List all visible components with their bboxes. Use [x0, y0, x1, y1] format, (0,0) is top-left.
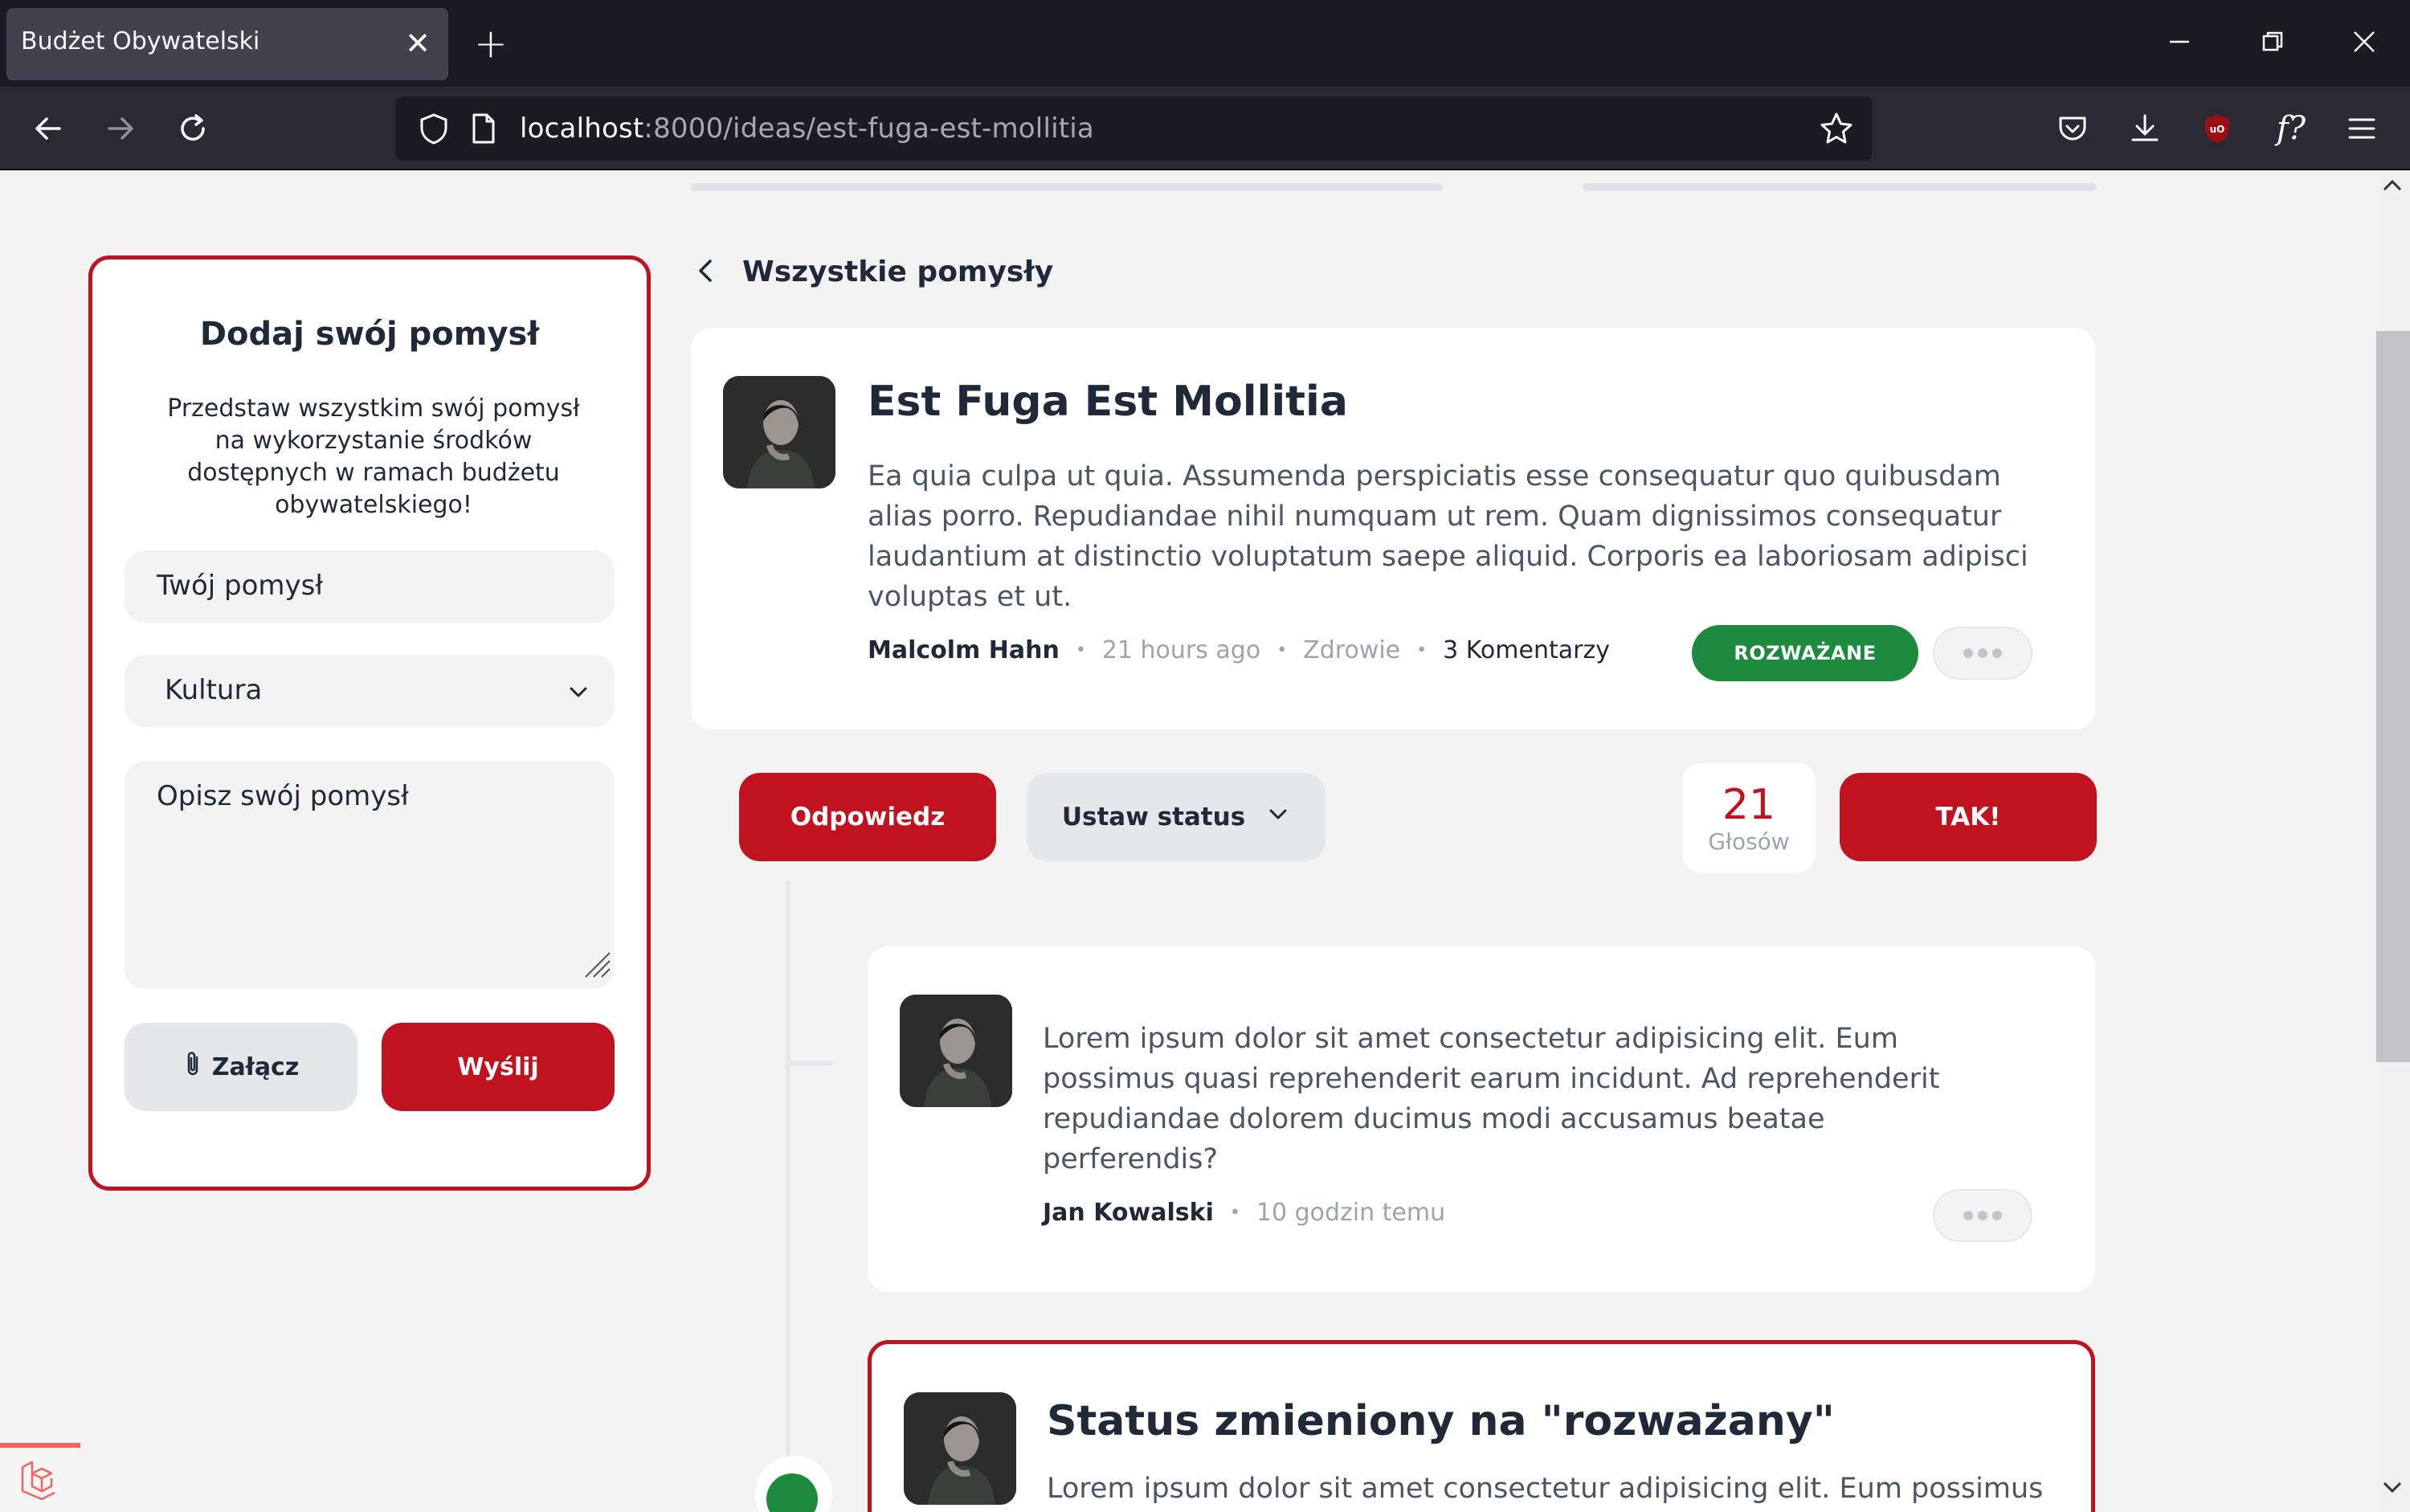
send-label: Wyślij: [457, 1052, 539, 1081]
comment-time: 10 godzin temu: [1256, 1199, 1446, 1227]
scrollbar-thumb[interactable]: [2376, 331, 2410, 1062]
attach-button[interactable]: Załącz: [125, 1023, 357, 1111]
idea-description-placeholder: Opisz swój pomysł: [157, 780, 409, 812]
back-to-all-ideas-link[interactable]: Wszystkie pomysły: [696, 255, 1053, 288]
idea-title-input[interactable]: Twój pomysł: [125, 550, 615, 623]
scroll-up-icon[interactable]: [2381, 175, 2404, 199]
dot-icon: [1963, 648, 1973, 658]
category-selected-value: Kultura: [165, 674, 263, 706]
browser-tab[interactable]: Budżet Obywatelski ✕: [6, 8, 448, 80]
idea-time: 21 hours ago: [1101, 636, 1261, 664]
menu-icon[interactable]: [2339, 106, 2384, 151]
commenter-avatar[interactable]: [900, 995, 1012, 1107]
idea-author: Malcolm Hahn: [868, 636, 1060, 664]
meta-separator: •: [1075, 640, 1086, 660]
idea-description-textarea[interactable]: Opisz swój pomysł: [125, 761, 615, 989]
meta-separator: •: [1276, 640, 1288, 660]
idea-card: Est Fuga Est Mollitia Ea quia culpa ut q…: [691, 328, 2095, 729]
chevron-down-icon: [1266, 802, 1290, 832]
browser-nav-bar: localhost:8000/ideas/est-fuga-est-mollit…: [0, 87, 2410, 170]
minimize-icon[interactable]: [2167, 19, 2191, 67]
set-status-label: Ustaw status: [1061, 803, 1246, 832]
idea-comments-count[interactable]: 3 Komentarzy: [1443, 636, 1610, 664]
resize-handle-icon[interactable]: [579, 946, 611, 986]
url-path: :8000/ideas/est-fuga-est-mollitia: [643, 112, 1094, 145]
comment-body: Lorem ipsum dolor sit amet consectetur a…: [1043, 1023, 1940, 1175]
add-idea-description: Przedstaw wszystkim swój pomysł na wykor…: [167, 394, 580, 519]
browser-tab-bar: Budżet Obywatelski ✕ +: [0, 0, 2410, 87]
vote-yes-button[interactable]: TAK!: [1840, 773, 2097, 861]
laravel-logo-icon: [18, 1459, 59, 1504]
add-idea-card: Dodaj swój pomysł Przedstaw wszystkim sw…: [88, 255, 651, 1191]
votes-counter: 21 Głosów: [1682, 763, 1816, 872]
idea-more-options-button[interactable]: [1933, 627, 2032, 680]
status-change-card: Status zmieniony na "rozważany" Lorem ip…: [868, 1340, 2095, 1512]
idea-category: Zdrowie: [1303, 636, 1401, 664]
comment-meta: Jan Kowalski • 10 godzin temu: [1043, 1199, 1445, 1227]
status-change-title: Status zmieniony na "rozważany": [1047, 1397, 1835, 1445]
attach-label: Załącz: [211, 1052, 300, 1081]
status-change-body: Lorem ipsum dolor sit amet consectetur a…: [1047, 1473, 2044, 1505]
comment-author: Jan Kowalski: [1043, 1199, 1214, 1227]
url-host: localhost: [520, 112, 644, 145]
timeline-tick: [790, 1060, 832, 1065]
vote-yes-label: TAK!: [1935, 803, 2001, 832]
shield-icon[interactable]: [411, 106, 456, 151]
send-button[interactable]: Wyślij: [382, 1023, 615, 1111]
ublock-icon[interactable]: uO: [2195, 106, 2240, 151]
chevron-left-icon: [696, 257, 715, 288]
dot-icon: [1992, 648, 2002, 658]
author-avatar[interactable]: [723, 376, 835, 488]
svg-text:uO: uO: [2210, 124, 2225, 135]
url-text: localhost:8000/ideas/est-fuga-est-mollit…: [520, 112, 1094, 145]
votes-label: Głosów: [1708, 828, 1790, 855]
meta-separator: •: [1416, 640, 1428, 660]
pocket-icon[interactable]: [2050, 106, 2095, 151]
idea-title-placeholder: Twój pomysł: [157, 570, 324, 602]
chevron-down-icon: [566, 679, 590, 711]
comment-card: Lorem ipsum dolor sit amet consectetur a…: [868, 946, 2095, 1292]
reply-label: Odpowiedz: [790, 803, 946, 832]
bookmark-star-icon[interactable]: [1814, 106, 1859, 151]
comment-more-options-button[interactable]: [1933, 1189, 2032, 1242]
tab-title: Budżet Obywatelski: [21, 27, 260, 55]
status-badge: ROZWAŻANE: [1692, 625, 1918, 681]
reload-icon[interactable]: [170, 106, 215, 151]
forward-arrow-icon[interactable]: [98, 106, 143, 151]
category-select[interactable]: Kultura: [125, 655, 615, 727]
dot-icon: [1963, 1211, 1973, 1220]
dot-icon: [1978, 1211, 1987, 1220]
meta-separator: •: [1229, 1203, 1240, 1223]
dot-icon: [1992, 1211, 2002, 1220]
download-icon[interactable]: [2122, 106, 2167, 151]
idea-body: Ea quia culpa ut quia. Assumenda perspic…: [868, 460, 2028, 613]
idea-title: Est Fuga Est Mollitia: [868, 378, 1348, 426]
formula-extension-icon[interactable]: f?: [2269, 106, 2314, 151]
tab-close-icon[interactable]: ✕: [405, 24, 431, 63]
scroll-down-icon[interactable]: [2381, 1477, 2404, 1501]
timeline-line: [786, 881, 790, 1512]
debugbar-toggle[interactable]: [0, 1443, 80, 1512]
admin-avatar[interactable]: [904, 1392, 1016, 1505]
new-tab-icon[interactable]: +: [474, 19, 508, 67]
votes-count: 21: [1722, 781, 1776, 829]
page-icon: [461, 106, 506, 151]
add-idea-title: Dodaj swój pomysł: [199, 316, 540, 353]
idea-meta: Malcolm Hahn • 21 hours ago • Zdrowie • …: [868, 636, 1610, 664]
top-divider-right: [1583, 183, 2097, 191]
set-status-button[interactable]: Ustaw status: [1027, 773, 1326, 861]
address-bar[interactable]: localhost:8000/ideas/est-fuga-est-mollit…: [395, 96, 1872, 161]
top-divider-left: [691, 183, 1443, 191]
dot-icon: [1978, 648, 1987, 658]
reply-button[interactable]: Odpowiedz: [739, 773, 996, 861]
window-close-icon[interactable]: [2352, 19, 2376, 67]
back-link-label: Wszystkie pomysły: [742, 255, 1054, 288]
restore-icon[interactable]: [2261, 19, 2285, 67]
paperclip-icon: [183, 1049, 202, 1085]
back-arrow-icon[interactable]: [26, 106, 71, 151]
